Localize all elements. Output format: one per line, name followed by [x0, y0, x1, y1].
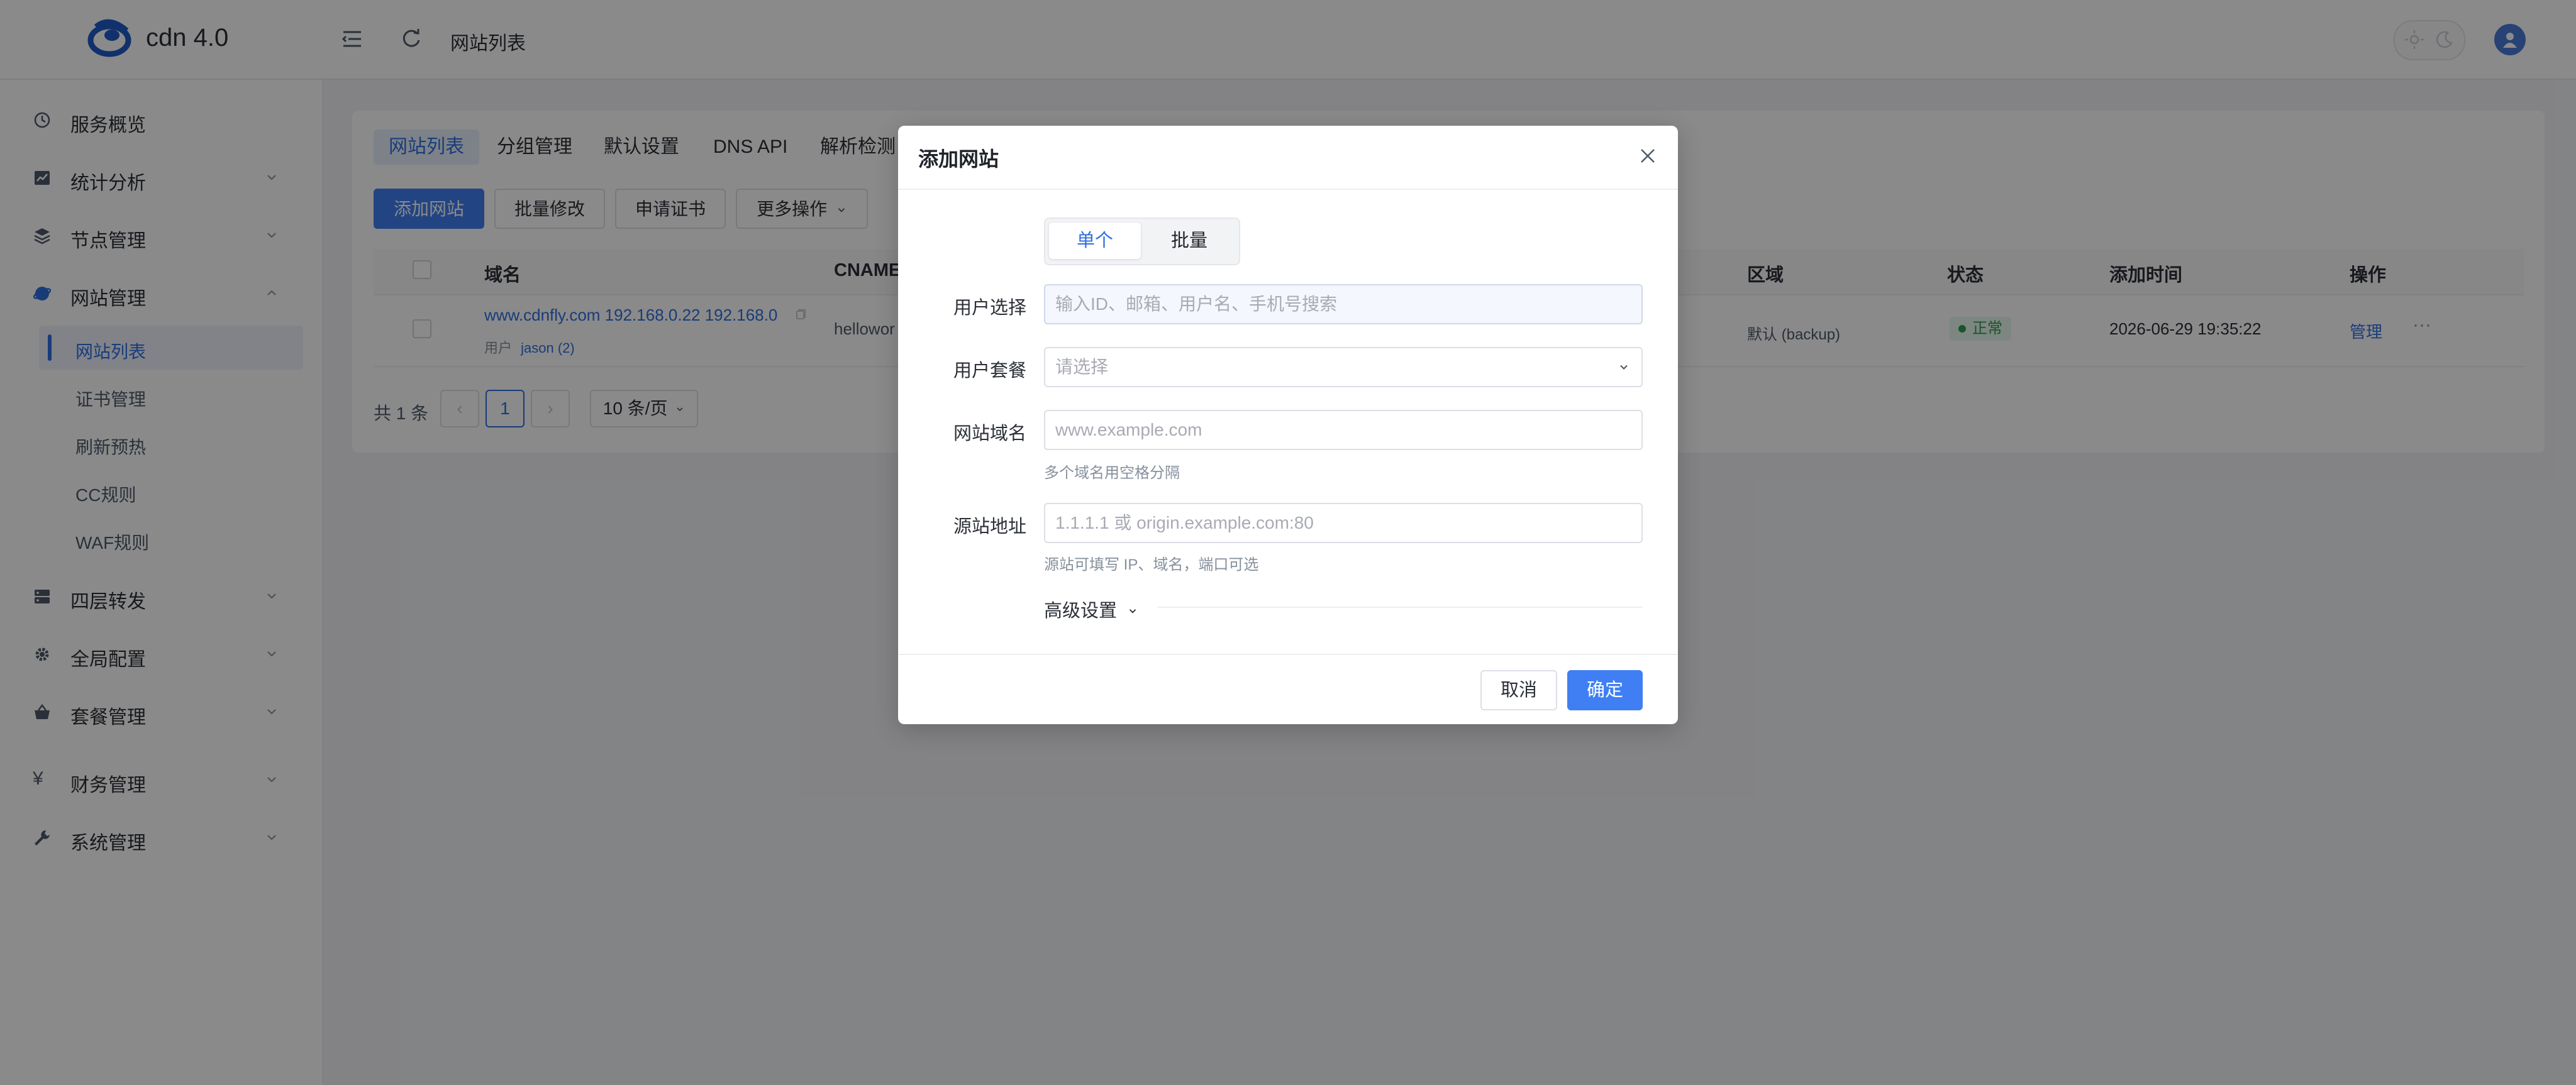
origin-hint: 源站可填写 IP、域名，端口可选: [1044, 556, 1259, 573]
user-plan-select[interactable]: 请选择: [1044, 347, 1643, 387]
advanced-settings-toggle[interactable]: 高级设置: [1044, 596, 1138, 622]
user-plan-label: 用户套餐: [953, 361, 1026, 381]
dialog-header-divider: [898, 189, 1678, 190]
user-select-label: 用户选择: [953, 298, 1026, 318]
chevron-down-icon: [1129, 609, 1136, 614]
origin-input[interactable]: 1.1.1.1 或 origin.example.com:80: [1044, 503, 1643, 543]
domain-input[interactable]: www.example.com: [1044, 410, 1643, 450]
dialog-footer-divider: [898, 654, 1678, 655]
mode-batch-option[interactable]: 批量: [1143, 223, 1235, 259]
origin-label: 源站地址: [953, 517, 1026, 537]
domain-hint: 多个域名用空格分隔: [1044, 465, 1180, 482]
plan-placeholder: 请选择: [1055, 357, 1109, 377]
advanced-settings-label: 高级设置: [1044, 601, 1118, 621]
close-icon[interactable]: [1635, 143, 1660, 168]
mode-single-option[interactable]: 单个: [1049, 223, 1141, 259]
advanced-divider: [1157, 607, 1643, 608]
domain-label: 网站域名: [953, 424, 1026, 444]
user-search-input[interactable]: 输入ID、邮箱、用户名、手机号搜索: [1044, 284, 1643, 324]
cancel-button[interactable]: 取消: [1480, 670, 1557, 710]
dialog-title: 添加网站: [918, 148, 999, 170]
chevron-down-icon: [1620, 365, 1628, 370]
confirm-button[interactable]: 确定: [1567, 670, 1643, 710]
